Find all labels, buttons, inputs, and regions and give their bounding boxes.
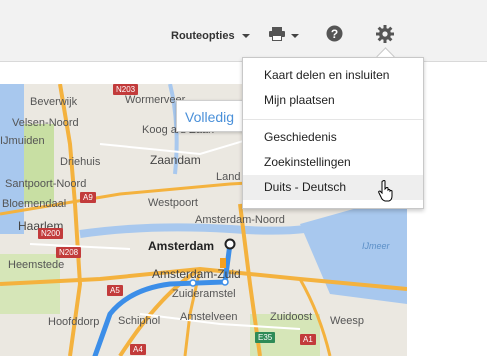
place-ijmuiden: IJmuiden [0,135,45,147]
road-sign-a1: A1 [300,334,316,345]
road-sign-a4: A4 [130,344,146,355]
menu-item-search-settings[interactable]: Zoekinstellingen [243,150,423,175]
road-sign-n200: N200 [38,228,64,239]
place-weesp: Weesp [330,315,365,327]
settings-button[interactable] [376,24,394,48]
place-amstelveen: Amstelveen [180,311,238,323]
print-button[interactable] [268,24,299,48]
place-zuidoost: Zuidoost [270,311,313,323]
place-bloemendaal: Bloemendaal [2,198,67,210]
road-sign-a9: A9 [80,192,96,203]
place-amsterdam-noord: Amsterdam-Noord [195,214,285,226]
menu-item-my-places[interactable]: Mijn plaatsen [243,88,423,113]
place-westpoort: Westpoort [148,197,198,209]
place-driehuis: Driehuis [60,156,101,168]
svg-text:?: ? [331,27,338,41]
printer-icon [268,26,286,46]
route-options-label: Routeopties [171,30,235,42]
place-amsterdam: Amsterdam [148,239,215,253]
route-options-button[interactable]: Routeopties [171,24,250,48]
place-beverwijk: Beverwijk [30,96,78,108]
chevron-down-icon [291,34,299,38]
place-amsterdam-zuid: Amsterdam-Zuid [152,267,241,281]
gear-icon [376,24,394,48]
place-schiphol: Schiphol [118,315,161,327]
hand-cursor-icon [378,180,394,207]
menu-item-history[interactable]: Geschiedenis [243,125,423,150]
place-hoofddorp: Hoofddorp [48,316,100,328]
help-icon: ? [326,25,343,47]
help-button[interactable]: ? [326,24,343,48]
place-heemstede: Heemstede [8,259,65,271]
road-sign-n208: N208 [56,247,82,258]
menu-divider [243,119,423,120]
menu-item-share-map[interactable]: Kaart delen en insluiten [243,63,423,88]
settings-menu: Kaart delen en insluiten Mijn plaatsen G… [242,57,424,209]
place-velsen-noord: Velsen-Noord [12,117,79,129]
top-toolbar: Routeopties ? [0,0,487,62]
menu-item-language[interactable]: Duits - Deutsch [243,175,423,200]
place-zaandam: Zaandam [150,153,201,167]
road-sign-a5: A5 [107,285,123,296]
place-zuideramstel: Zuideramstel [172,288,236,300]
road-sign-e35: E35 [255,332,276,343]
place-ijmeer: IJmeer [362,241,390,251]
place-santpoort: Santpoort-Noord [5,178,87,190]
place-landsmeer: Land [216,171,241,183]
road-sign-n203: N203 [113,84,139,95]
chevron-down-icon [241,34,250,38]
